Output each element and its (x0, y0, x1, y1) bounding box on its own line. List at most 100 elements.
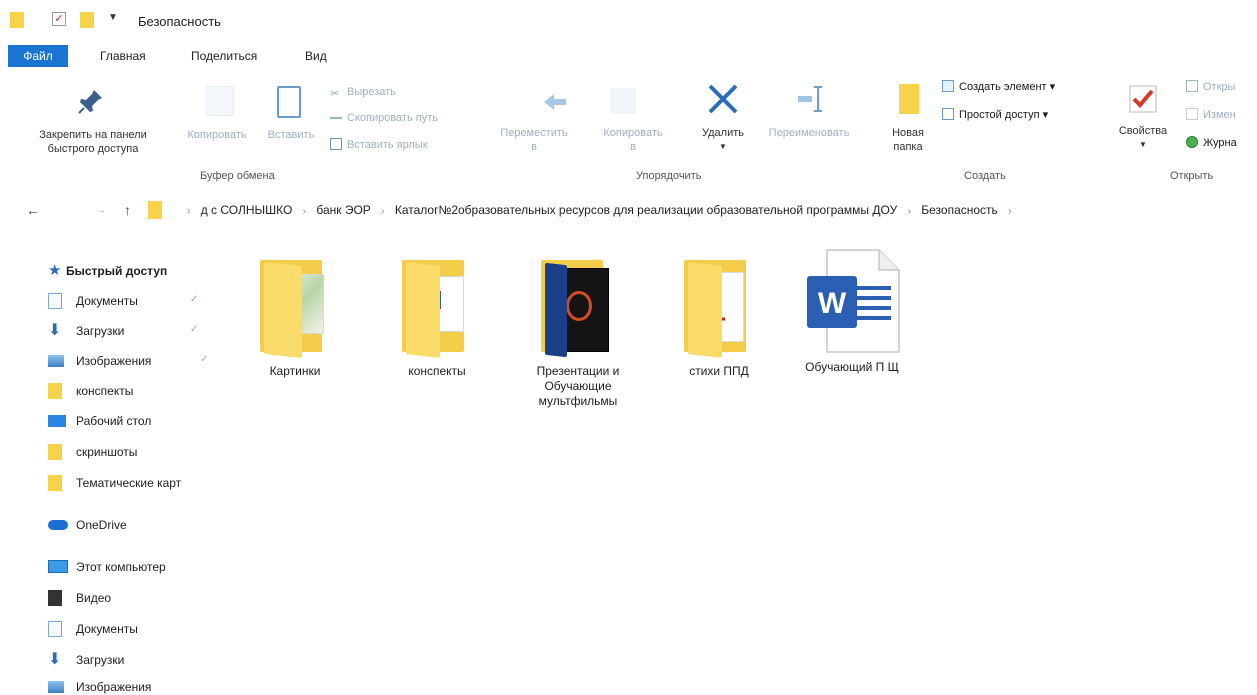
nav-this-pc-label: Этот компьютер (76, 560, 166, 574)
nav-item-label: конспекты (76, 384, 134, 398)
easy-access-button[interactable]: Простой доступ ▾ (942, 108, 1048, 121)
pin-label-2: быстрого доступа (47, 143, 139, 155)
forward-arrow-icon[interactable]: → (96, 205, 106, 216)
breadcrumb-item[interactable]: Безопасность (921, 203, 998, 217)
pin-icon: ✓ (190, 324, 199, 335)
folder-icon (48, 444, 62, 460)
breadcrumb: › д с СОЛНЫШКО › банк ЭОР › Каталог№2обр… (180, 203, 1018, 217)
nav-item-label: Загрузки (76, 324, 125, 338)
customize-quick-access-icon[interactable]: ▼ (108, 12, 118, 23)
breadcrumb-item[interactable]: Каталог№2образовательных ресурсов для ре… (395, 203, 897, 217)
chevron-right-icon: › (302, 206, 306, 217)
pictures-icon (48, 355, 64, 367)
window-title: Безопасность (138, 14, 221, 29)
documents-icon (48, 621, 62, 637)
nav-item-label: Видео (76, 591, 112, 605)
copy-label: Копировать (187, 129, 247, 141)
documents-icon (48, 293, 62, 309)
nav-item-label: Рабочий стол (76, 414, 152, 428)
nav-item-label: Изображения (76, 680, 152, 694)
copy-to-label-2: в (630, 141, 636, 153)
rename-icon (798, 86, 822, 112)
desktop-icon (48, 415, 66, 427)
file-name: Обучающий П Щ (805, 360, 899, 374)
history-button[interactable]: Журна (1186, 136, 1237, 149)
properties-label: Свойства (1118, 125, 1168, 137)
new-folder-quick-icon[interactable] (80, 12, 94, 28)
open-button[interactable]: Откры (1186, 80, 1235, 93)
new-folder-icon (899, 84, 919, 114)
open-group-label: Открыть (1170, 170, 1214, 182)
up-arrow-icon[interactable]: ↑ (124, 202, 131, 218)
chevron-right-icon: › (187, 206, 191, 217)
breadcrumb-item[interactable]: банк ЭОР (316, 203, 370, 217)
properties-dropdown-icon[interactable]: ▼ (1108, 138, 1178, 152)
tab-home[interactable]: Главная (92, 45, 154, 67)
easy-access-label: Простой доступ ▾ (959, 109, 1049, 121)
title-bar: ✓ ▼ Безопасность (0, 0, 1257, 40)
nav-item-label: скриншоты (76, 445, 138, 459)
scissors-icon: ✂ (330, 88, 340, 100)
folder-icon (523, 252, 633, 362)
delete-dropdown-icon[interactable]: ▼ (690, 140, 756, 154)
pin-icon: ✓ (200, 354, 209, 365)
paste-shortcut-button[interactable]: Вставить ярлык (330, 138, 428, 151)
copy-path-label: Скопировать путь (347, 112, 438, 124)
open-label: Откры (1203, 81, 1236, 93)
copy-icon (206, 86, 234, 116)
history-icon (1186, 136, 1198, 148)
chevron-right-icon: › (381, 206, 385, 217)
move-to-label-2: в (531, 141, 537, 153)
cut-button[interactable]: ✂ Вырезать (330, 86, 396, 100)
computer-icon (48, 560, 68, 573)
copy-path-button[interactable]: Скопировать путь (330, 112, 438, 124)
clipboard-group-label: Буфер обмена (200, 170, 275, 182)
tab-share[interactable]: Поделиться (183, 45, 265, 67)
move-arrow-icon (544, 94, 566, 110)
folder-icon (10, 12, 24, 28)
copy-to-label-1: Копировать (603, 127, 663, 139)
svg-text:W: W (818, 287, 847, 320)
word-document-icon: W (797, 248, 907, 358)
chevron-right-icon: › (907, 206, 911, 217)
open-icon (1186, 80, 1198, 92)
videos-icon (48, 590, 62, 606)
rename-label: Переименовать (768, 127, 850, 139)
new-item-button[interactable]: Создать элемент ▾ (942, 80, 1055, 93)
file-name: Презентации и Обучающие мультфильмы (536, 364, 620, 408)
easy-access-icon (942, 108, 954, 120)
nav-onedrive-label: OneDrive (76, 518, 127, 532)
properties-check-icon (1129, 85, 1157, 113)
chevron-right-icon: › (1008, 206, 1012, 217)
folder-icon (48, 383, 62, 399)
tab-file[interactable]: Файл (8, 45, 68, 67)
back-arrow-icon[interactable]: ← (26, 202, 40, 218)
edit-button[interactable]: Измен (1186, 108, 1236, 121)
delete-x-icon (708, 84, 738, 114)
nav-item-label: Документы (76, 622, 138, 636)
clipboard-icon (277, 86, 301, 118)
breadcrumb-item[interactable]: д с СОЛНЫШКО (201, 203, 293, 217)
new-folder-label-2: папка (893, 141, 923, 153)
folder-icon (382, 252, 492, 362)
tab-view[interactable]: Вид (297, 45, 335, 67)
nav-item-label: Загрузки (76, 653, 125, 667)
pictures-icon (48, 681, 64, 693)
new-item-icon (942, 80, 954, 92)
file-name: конспекты (408, 364, 466, 378)
paste-shortcut-label: Вставить ярлык (347, 139, 428, 151)
paste-shortcut-icon (330, 138, 342, 150)
folder-icon (664, 252, 774, 362)
pin-icon: ✓ (190, 294, 199, 305)
file-name: стихи ППД (689, 364, 749, 378)
properties-quick-icon[interactable]: ✓ (52, 12, 66, 26)
nav-item-label: Тематические карт (76, 476, 182, 490)
folder-icon (240, 252, 350, 362)
move-to-label-1: Переместить (500, 127, 568, 139)
download-arrow-icon: ⬇ (48, 322, 62, 339)
nav-quick-access-label: Быстрый доступ (66, 264, 168, 278)
new-item-label: Создать элемент ▾ (959, 81, 1056, 93)
delete-label: Удалить (702, 127, 744, 139)
download-arrow-icon: ⬇ (48, 651, 62, 668)
copy-to-icon (610, 88, 636, 114)
